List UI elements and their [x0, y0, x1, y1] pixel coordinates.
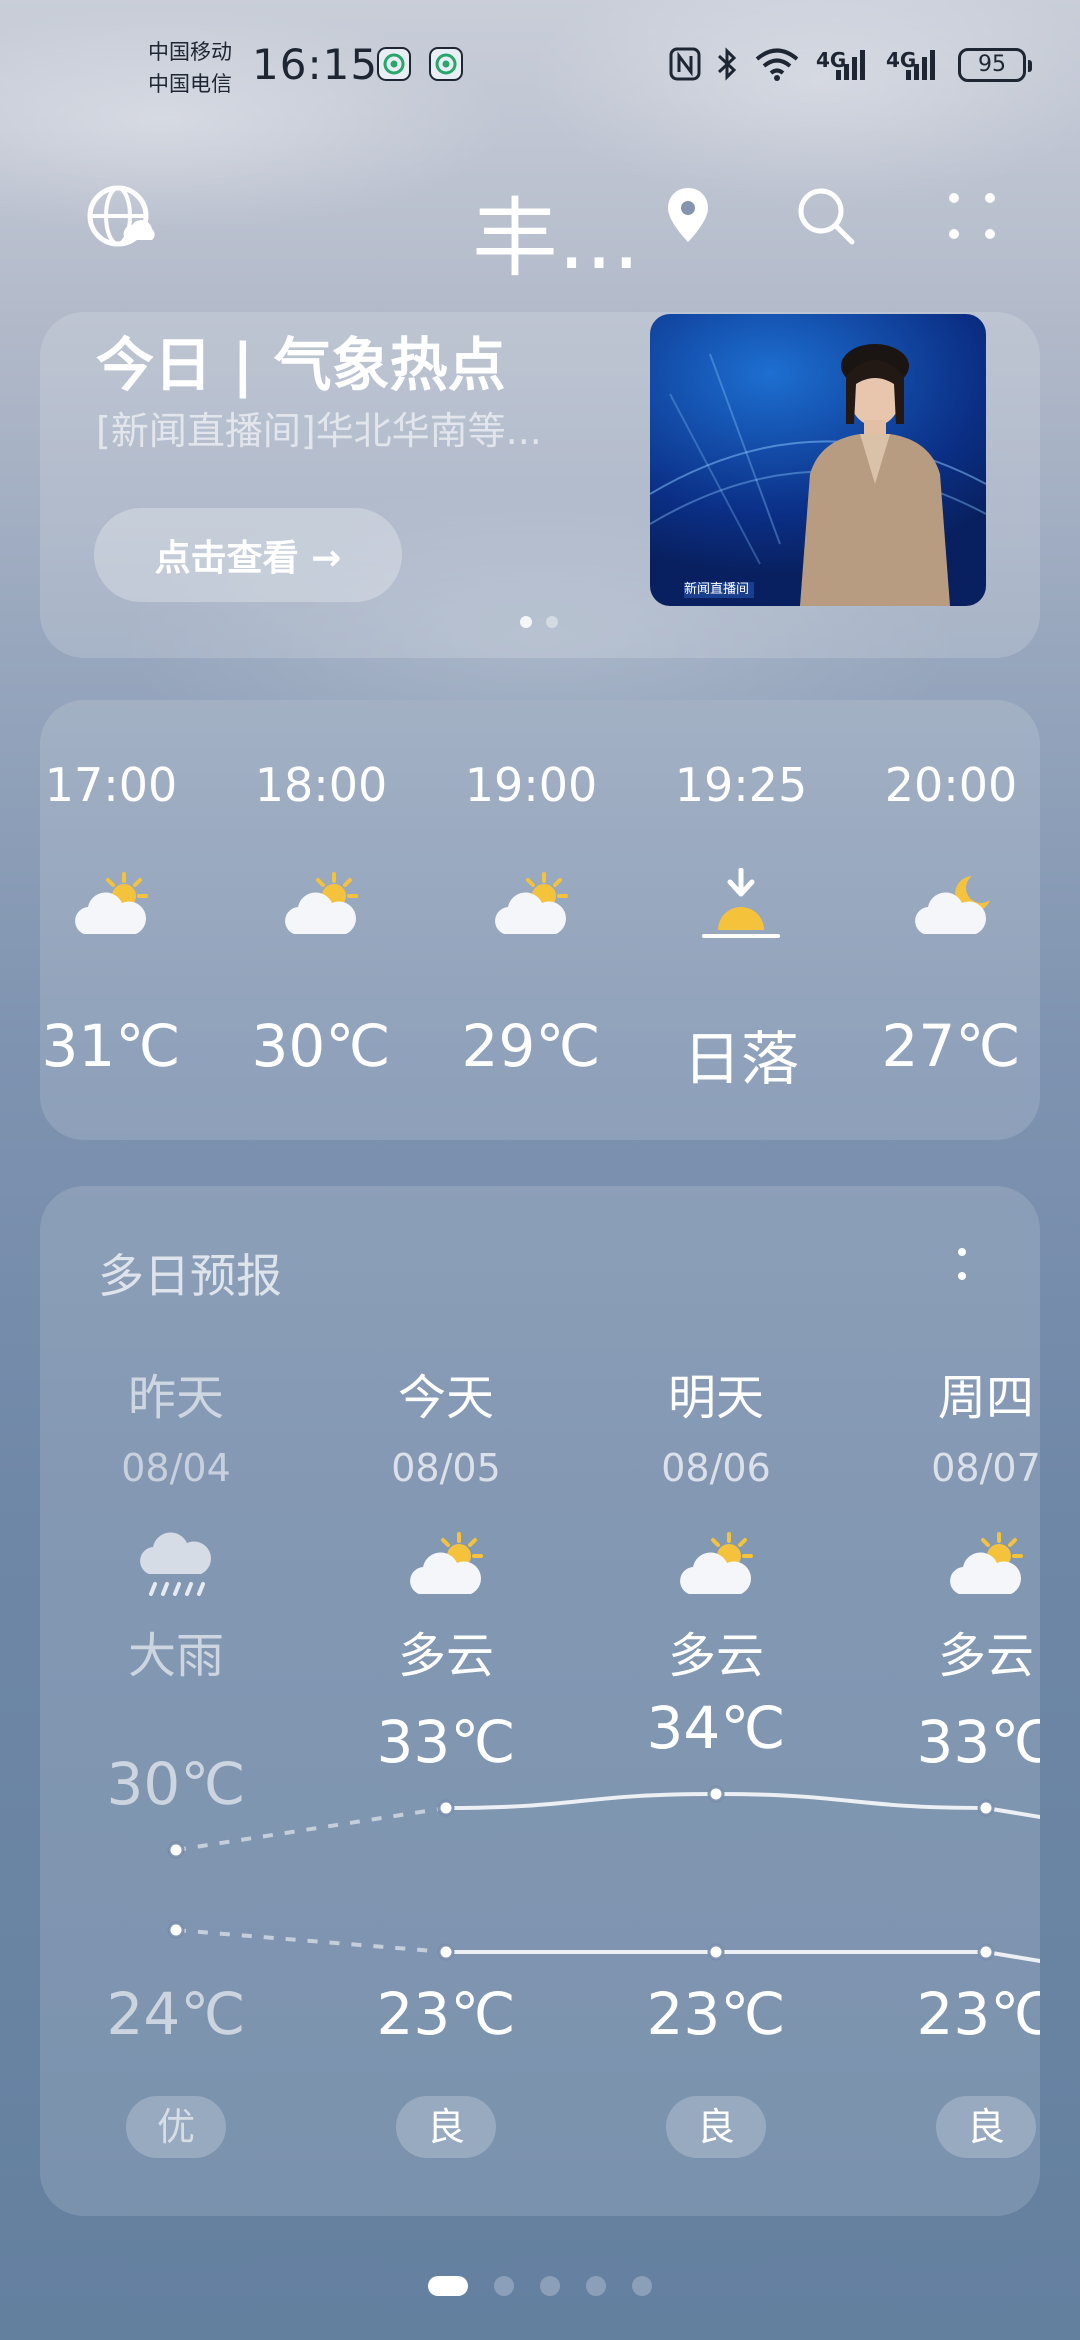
- day-date: 08/07: [931, 1446, 1040, 1490]
- day-low-temp: 23℃: [376, 1980, 516, 2048]
- hour-icon-wrap: [40, 868, 216, 948]
- hour-icon-wrap: [846, 868, 1040, 948]
- daily-item[interactable]: 明天 08/06 多云 34℃ 23℃ 良: [621, 1186, 811, 2216]
- heavy-rain-icon: [140, 1532, 212, 1596]
- news-carousel-indicator: [520, 616, 558, 628]
- view-news-button[interactable]: 点击查看 →: [94, 508, 402, 602]
- wifi-icon: [755, 48, 799, 81]
- day-low-temp: 23℃: [916, 1980, 1040, 2048]
- daily-item[interactable]: 今天 08/05 多云 33℃ 23℃ 良: [351, 1186, 541, 2216]
- china-mobile-icon: [377, 47, 411, 81]
- china-telecom-icon: [429, 47, 463, 81]
- page-dot[interactable]: [632, 2276, 652, 2296]
- hour-time: 19:25: [674, 758, 808, 812]
- sun-cloud-icon: [950, 1532, 1023, 1594]
- battery-indicator: 95: [958, 48, 1032, 82]
- day-air-quality: 良: [396, 2096, 496, 2158]
- daily-item[interactable]: 周四 08/07 多云 33℃ 23℃ 良: [891, 1186, 1040, 2216]
- carrier-1: 中国移动: [148, 40, 232, 64]
- day-high-temp: 34℃: [646, 1694, 786, 1762]
- moon-cloud-icon: [915, 876, 990, 934]
- status-time: 16:15: [252, 40, 379, 89]
- day-condition: 多云: [667, 1628, 764, 1684]
- sun-cloud-icon: [285, 872, 358, 934]
- sun-cloud-icon: [75, 872, 148, 934]
- news-anchor-image: [650, 344, 986, 606]
- news-title: 今日 | 气象热点: [96, 331, 506, 399]
- signal-1-icon: [836, 50, 865, 80]
- city-name[interactable]: 丰...: [472, 168, 640, 293]
- sun-cloud-icon: [410, 1532, 483, 1594]
- day-icon-wrap: [401, 1528, 491, 1608]
- day-condition: 大雨: [127, 1628, 224, 1684]
- day-name: 今天: [397, 1370, 494, 1426]
- day-date: 08/06: [661, 1446, 771, 1490]
- sunset-icon: [702, 868, 780, 938]
- hour-time: 19:00: [464, 758, 598, 812]
- status-bar: 中国移动 中国电信 16:15 4G 4G 95: [0, 0, 1080, 140]
- day-icon-wrap: [941, 1528, 1031, 1608]
- day-low-temp: 23℃: [646, 1980, 786, 2048]
- day-name: 昨天: [127, 1370, 224, 1426]
- day-date: 08/04: [121, 1446, 231, 1490]
- day-condition: 多云: [397, 1628, 494, 1684]
- hour-time: 17:00: [44, 758, 178, 812]
- carrier-2: 中国电信: [148, 72, 232, 96]
- daily-forecast-card[interactable]: 多日预报 昨天 08/04 大雨 30℃ 24℃ 优今天 08/05 多云 33℃ 23℃ 良明天 0…: [40, 1186, 1040, 2216]
- bluetooth-icon: [717, 47, 737, 81]
- page-dot-active[interactable]: [428, 2276, 468, 2296]
- news-thumb-caption: 新闻直播间: [684, 582, 750, 597]
- day-icon-wrap: [131, 1528, 221, 1608]
- day-condition: 多云: [937, 1628, 1034, 1684]
- day-icon-wrap: [671, 1528, 761, 1608]
- news-subtitle: [新闻直播间]华北华南等...: [96, 409, 542, 453]
- hour-temperature: 日落: [682, 1025, 799, 1093]
- hour-icon-wrap: [636, 868, 846, 948]
- carousel-dot: [546, 616, 558, 628]
- carrier-labels: 中国移动 中国电信: [148, 36, 232, 100]
- sun-cloud-icon: [680, 1532, 753, 1594]
- carousel-dot-active: [520, 616, 532, 628]
- day-high-temp: 33℃: [916, 1708, 1040, 1776]
- signal-2-icon: [906, 50, 935, 80]
- hour-icon-wrap: [426, 868, 636, 948]
- page-dot[interactable]: [494, 2276, 514, 2296]
- page-dot[interactable]: [586, 2276, 606, 2296]
- hour-temperature: 30℃: [251, 1012, 391, 1080]
- day-air-quality: 良: [936, 2096, 1036, 2158]
- globe-weather-icon[interactable]: [86, 184, 156, 250]
- hour-temperature: 31℃: [41, 1012, 181, 1080]
- more-menu-icon[interactable]: [944, 186, 1000, 246]
- hour-time: 18:00: [254, 758, 388, 812]
- city-page-indicator[interactable]: [0, 2276, 1080, 2296]
- location-pin-icon[interactable]: [664, 184, 712, 248]
- day-air-quality: 良: [666, 2096, 766, 2158]
- sun-cloud-icon: [495, 872, 568, 934]
- day-name: 明天: [667, 1370, 764, 1426]
- hour-temperature: 29℃: [461, 1012, 601, 1080]
- weather-news-card[interactable]: 今日 | 气象热点 [新闻直播间]华北华南等... 点击查看 → 新闻直播间: [40, 312, 1040, 658]
- day-date: 08/05: [391, 1446, 501, 1490]
- daily-item[interactable]: 昨天 08/04 大雨 30℃ 24℃ 优: [81, 1186, 271, 2216]
- day-air-quality: 优: [126, 2096, 226, 2158]
- day-name: 周四: [937, 1370, 1034, 1426]
- hour-icon-wrap: [216, 868, 426, 948]
- page-dot[interactable]: [540, 2276, 560, 2296]
- news-video-thumbnail[interactable]: 新闻直播间: [650, 314, 986, 606]
- search-icon[interactable]: [794, 184, 858, 248]
- day-high-temp: 33℃: [376, 1708, 516, 1776]
- nfc-icon: [669, 47, 701, 81]
- hour-time: 20:00: [884, 758, 1018, 812]
- hourly-forecast-card[interactable]: 17:00 31℃ 18:00 30℃ 19:00 29℃ 19:25 日落 20:00 27℃: [40, 700, 1040, 1140]
- hour-temperature: 27℃: [881, 1012, 1021, 1080]
- day-low-temp: 24℃: [106, 1980, 246, 2048]
- day-high-temp: 30℃: [106, 1750, 246, 1818]
